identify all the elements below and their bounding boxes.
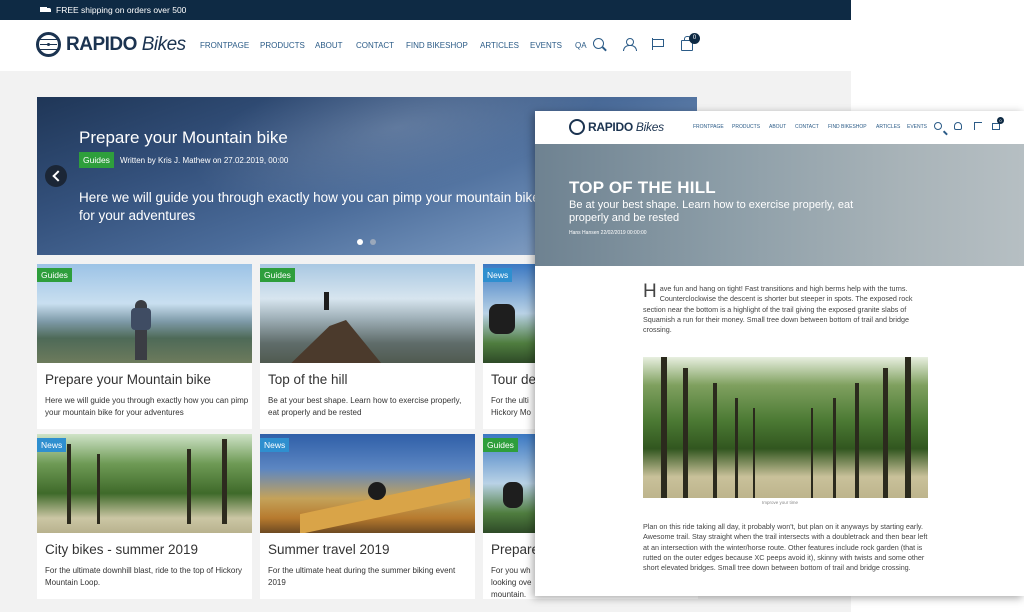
search-icon[interactable] (934, 122, 942, 130)
card-title[interactable]: Top of the hill (268, 372, 348, 387)
card-tag[interactable]: News (260, 438, 290, 452)
nav-item-products[interactable]: PRODUCTS (260, 41, 305, 50)
card-title[interactable]: Tour de (491, 372, 536, 387)
cart-count-badge: 0 (689, 33, 700, 44)
article-hero: TOP OF THE HILL Be at your best shape. L… (535, 144, 1024, 266)
article-card[interactable]: News City bikes - summer 2019 For the ul… (37, 434, 252, 599)
article-header: RAPIDO Bikes FRONTPAGE PRODUCTS ABOUT CO… (535, 111, 1024, 144)
slider-dot-1[interactable] (357, 239, 363, 245)
site-logo[interactable]: RAPIDO Bikes (36, 32, 186, 57)
shipping-banner: FREE shipping on orders over 500 (0, 0, 851, 20)
article-paragraph-1: Have fun and hang on tight! Fast transit… (643, 281, 913, 335)
card-desc: Be at your best shape. Learn how to exer… (268, 396, 462, 417)
hero-tag[interactable]: Guides (79, 152, 114, 168)
card-title[interactable]: Summer travel 2019 (268, 542, 390, 557)
truck-icon (40, 6, 51, 14)
article-title: TOP OF THE HILL (569, 178, 716, 197)
nav-item-find-bikeshop[interactable]: FIND BIKESHOP (406, 41, 468, 50)
article-page-preview: RAPIDO Bikes FRONTPAGE PRODUCTS ABOUT CO… (535, 111, 1024, 596)
article-site-logo[interactable]: RAPIDO Bikes (569, 119, 664, 135)
nav-item-frontpage[interactable]: FRONTPAGE (200, 41, 249, 50)
article-byline: Hans Hansen 22/02/2019 00:00:00 (569, 230, 647, 236)
cart-count-badge: 0 (997, 117, 1004, 124)
article-logo-text: RAPIDO Bikes (588, 120, 664, 134)
hero-title[interactable]: Prepare your Mountain bike (79, 128, 288, 148)
user-icon[interactable] (954, 122, 962, 130)
slider-dot-2[interactable] (370, 239, 376, 245)
cart-icon[interactable] (992, 123, 1000, 130)
nav-item-articles[interactable]: ARTICLES (876, 124, 900, 130)
slider-prev-arrow-icon[interactable] (45, 165, 67, 187)
article-paragraph-2: Plan on this ride taking all day, it pro… (643, 522, 928, 573)
card-tag[interactable]: Guides (260, 268, 295, 282)
search-icon[interactable] (593, 38, 604, 49)
flag-icon[interactable] (652, 38, 664, 50)
nav-item-frontpage[interactable]: FRONTPAGE (693, 124, 724, 130)
card-tag[interactable]: News (483, 268, 513, 282)
hero-meta: Guides Written by Kris J. Mathew on 27.0… (79, 152, 288, 168)
article-subtitle: Be at your best shape. Learn how to exer… (569, 199, 854, 224)
article-card[interactable]: Guides Prepare your Mountain bike Here w… (37, 264, 252, 429)
image-caption: Improve your time (762, 500, 799, 505)
card-desc: Here we will guide you through exactly h… (45, 396, 249, 417)
drop-cap: H (643, 281, 657, 302)
nav-item-articles[interactable]: ARTICLES (480, 41, 519, 50)
wheel-logo-icon (569, 119, 585, 135)
nav-item-events[interactable]: EVENTS (530, 41, 562, 50)
hero-text: Here we will guide you through exactly h… (79, 190, 540, 223)
card-image[interactable] (37, 434, 252, 533)
article-card[interactable]: News Summer travel 2019 For the ultimate… (260, 434, 475, 599)
flag-icon[interactable] (974, 122, 982, 130)
card-title[interactable]: Prepare your Mountain bike (45, 372, 211, 387)
card-image[interactable] (260, 434, 475, 533)
wheel-logo-icon (36, 32, 61, 57)
nav-item-find-bikeshop[interactable]: FIND BIKESHOP (828, 124, 867, 130)
nav-item-events[interactable]: EVENTS (907, 124, 927, 130)
logo-text: RAPIDO Bikes (66, 33, 186, 55)
card-desc: For the ulti Hickory Mo (491, 396, 532, 417)
card-desc: For the ultimate downhill blast, ride to… (45, 566, 242, 587)
article-image (643, 357, 928, 498)
article-card[interactable]: Guides Top of the hill Be at your best s… (260, 264, 475, 429)
nav-item-products[interactable]: PRODUCTS (732, 124, 760, 130)
nav-item-contact[interactable]: CONTACT (356, 41, 394, 50)
card-tag[interactable]: Guides (37, 268, 72, 282)
card-tag[interactable]: News (37, 438, 67, 452)
user-icon[interactable] (623, 38, 637, 51)
nav-item-about[interactable]: ABOUT (769, 124, 786, 130)
hero-byline: Written by Kris J. Mathew on 27.02.2019,… (119, 155, 289, 165)
nav-item-about[interactable]: ABOUT (315, 41, 343, 50)
nav-item-qa[interactable]: QA (575, 41, 587, 50)
card-title[interactable]: City bikes - summer 2019 (45, 542, 198, 557)
card-title[interactable]: Prepare (491, 542, 539, 557)
shipping-text: FREE shipping on orders over 500 (56, 5, 187, 15)
nav-item-contact[interactable]: CONTACT (795, 124, 819, 130)
screenshot-stage: FREE shipping on orders over 500 RAPIDO … (0, 0, 1024, 612)
card-desc: For the ultimate heat during the summer … (268, 566, 456, 587)
card-desc: For you wh looking ove mountain. (491, 566, 532, 599)
card-tag[interactable]: Guides (483, 438, 518, 452)
